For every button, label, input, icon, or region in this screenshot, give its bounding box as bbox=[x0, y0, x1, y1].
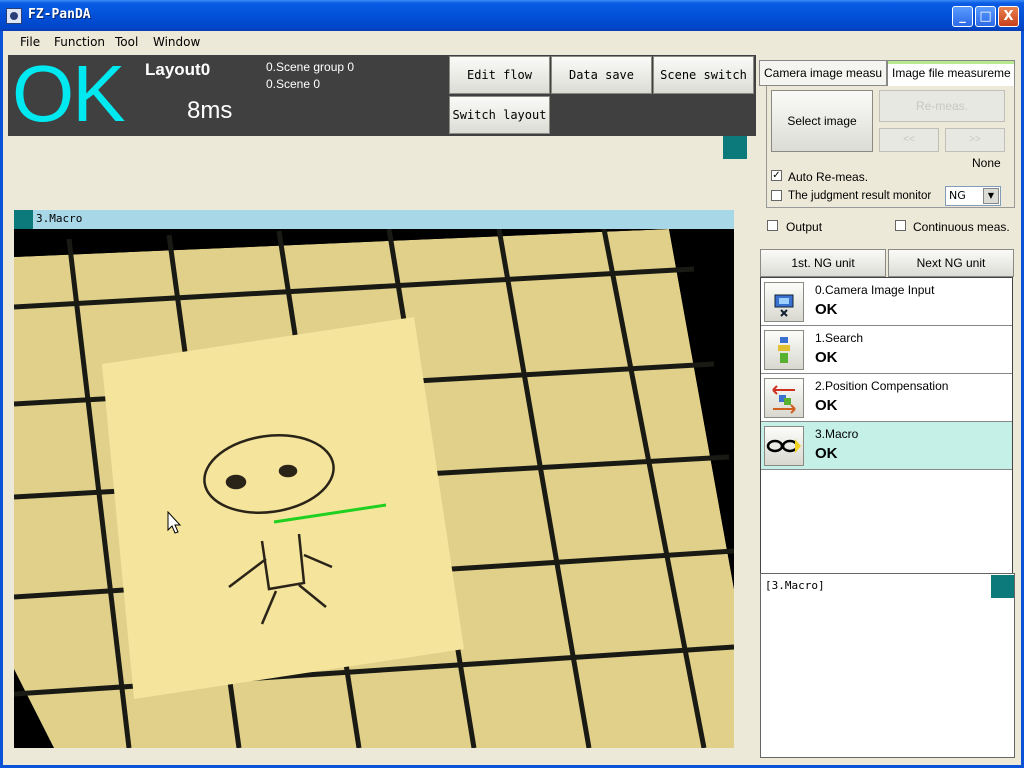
processing-time: 8ms bbox=[187, 97, 233, 124]
scene-group-label: 0.Scene group 0 bbox=[266, 60, 355, 74]
image-window-titlebar[interactable]: 3.Macro bbox=[14, 210, 734, 229]
image-file-status: None bbox=[972, 156, 1001, 170]
app-window: FZ-PanDA _ □ X File Function Tool Window… bbox=[0, 0, 1024, 768]
flow-item-search[interactable]: 1.Search OK bbox=[761, 326, 1012, 374]
continuous-meas-label: Continuous meas. bbox=[913, 220, 1010, 234]
flow-item-name: 2.Position Compensation bbox=[815, 379, 949, 393]
position-compensation-icon bbox=[764, 378, 804, 418]
chevron-down-icon[interactable]: ▼ bbox=[983, 188, 999, 204]
app-icon[interactable] bbox=[6, 8, 22, 24]
next-image-button[interactable]: >> bbox=[945, 128, 1005, 152]
flow-item-name: 3.Macro bbox=[815, 427, 859, 441]
close-button[interactable]: X bbox=[998, 6, 1019, 27]
flow-item-macro[interactable]: 3.Macro OK bbox=[761, 422, 1012, 470]
layout-name: Layout0 bbox=[145, 60, 211, 79]
scene-switch-button[interactable]: Scene switch bbox=[653, 56, 754, 94]
unit-detail-panel: [3.Macro] bbox=[760, 573, 1015, 758]
unit-detail-label: [3.Macro] bbox=[765, 579, 825, 592]
detail-panel-handle-icon[interactable] bbox=[991, 575, 1014, 598]
flow-item-camera-image-input[interactable]: 0.Camera Image Input OK bbox=[761, 278, 1012, 326]
camera-image[interactable] bbox=[14, 229, 734, 748]
first-ng-unit-button[interactable]: 1st. NG unit bbox=[760, 249, 886, 277]
judgment-monitor-label: The judgment result monitor bbox=[788, 190, 932, 202]
title-bar[interactable]: FZ-PanDA _ □ X bbox=[0, 0, 1024, 31]
menu-function[interactable]: Function bbox=[54, 35, 105, 49]
flow-item-name: 1.Search bbox=[815, 331, 864, 345]
select-image-button[interactable]: Select image bbox=[771, 90, 873, 152]
auto-remeas-label: Auto Re-meas. bbox=[788, 170, 869, 184]
flow-item-name: 0.Camera Image Input bbox=[815, 283, 935, 297]
flow-item-result: OK bbox=[815, 397, 838, 414]
auto-remeas-checkbox[interactable]: ✓ bbox=[771, 170, 782, 181]
menu-window[interactable]: Window bbox=[153, 35, 200, 49]
judgment-monitor-select[interactable]: NG ▼ bbox=[945, 186, 1001, 206]
flow-item-position-compensation[interactable]: 2.Position Compensation OK bbox=[761, 374, 1012, 422]
tab-camera-image-measurement[interactable]: Camera image measu bbox=[759, 60, 887, 86]
panel-handle-icon[interactable] bbox=[723, 136, 747, 159]
image-window-label: 3.Macro bbox=[36, 212, 83, 225]
camera-image-picture bbox=[14, 229, 734, 748]
camera-input-icon bbox=[764, 282, 804, 322]
window-title: FZ-PanDA bbox=[28, 7, 91, 22]
image-file-tab-panel: Select image Re-meas. << >> None ✓ Auto … bbox=[766, 86, 1015, 208]
judgment-monitor-checkbox[interactable] bbox=[771, 190, 782, 201]
minimize-button[interactable]: _ bbox=[952, 6, 973, 27]
overall-judgment: OK bbox=[12, 49, 126, 138]
output-label: Output bbox=[786, 220, 823, 234]
edit-flow-button[interactable]: Edit flow bbox=[449, 56, 550, 94]
next-ng-unit-button[interactable]: Next NG unit bbox=[888, 249, 1014, 277]
search-unit-icon bbox=[764, 330, 804, 370]
flow-item-result: OK bbox=[815, 349, 838, 366]
data-save-button[interactable]: Data save bbox=[551, 56, 652, 94]
continuous-meas-checkbox[interactable] bbox=[895, 220, 906, 231]
previous-image-button[interactable]: << bbox=[879, 128, 939, 152]
image-window-handle-icon[interactable] bbox=[14, 210, 33, 229]
judgment-monitor-value: NG bbox=[949, 189, 966, 202]
menu-tool[interactable]: Tool bbox=[115, 35, 138, 49]
flow-item-result: OK bbox=[815, 445, 838, 462]
switch-layout-button[interactable]: Switch layout bbox=[449, 96, 550, 134]
flow-item-result: OK bbox=[815, 301, 838, 318]
measurement-control-panel: Camera image measu Image file measureme … bbox=[756, 55, 1021, 762]
image-display-area: 3.Macro bbox=[8, 136, 756, 758]
tab-image-file-measurement[interactable]: Image file measureme bbox=[887, 60, 1015, 86]
menu-bar: File Function Tool Window bbox=[3, 31, 1021, 53]
menu-file[interactable]: File bbox=[20, 35, 40, 49]
scene-info: 0.Scene group 0 0.Scene 0 bbox=[266, 59, 354, 93]
macro-glasses-icon bbox=[764, 426, 804, 466]
flow-unit-list: 0.Camera Image Input OK 1.Search OK 2.Po… bbox=[760, 277, 1013, 593]
scene-label: 0.Scene 0 bbox=[266, 77, 321, 91]
output-checkbox[interactable] bbox=[767, 220, 778, 231]
judgment-header: OK Layout0 8ms 0.Scene group 0 0.Scene 0… bbox=[8, 49, 756, 138]
remeasure-button[interactable]: Re-meas. bbox=[879, 90, 1005, 122]
maximize-button[interactable]: □ bbox=[975, 6, 996, 27]
